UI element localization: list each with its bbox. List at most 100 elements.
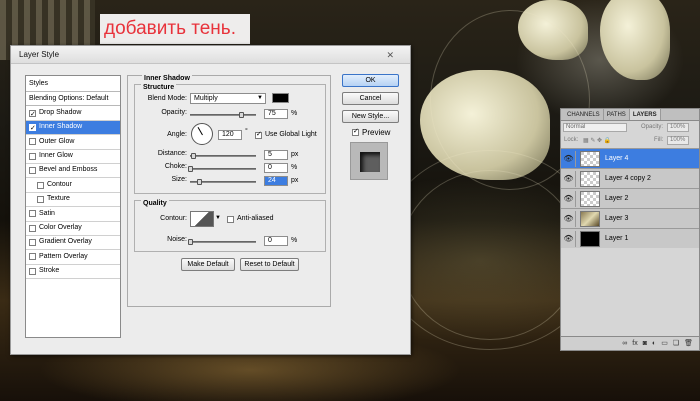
structure-title: Structure: [141, 84, 177, 91]
opacity-slider[interactable]: [190, 112, 256, 118]
size-label: Size:: [171, 176, 187, 183]
preview-checkbox[interactable]: [352, 127, 359, 136]
dialog-titlebar[interactable]: Layer Style ✕: [11, 46, 410, 64]
noise-slider[interactable]: [188, 239, 256, 245]
use-global-light-checkbox[interactable]: [255, 130, 262, 139]
style-item-inner-glow[interactable]: Inner Glow: [26, 150, 120, 164]
styles-header[interactable]: Styles: [26, 76, 120, 92]
lock-label: Lock:: [564, 137, 579, 143]
eye-icon[interactable]: 👁: [562, 191, 576, 207]
size-slider-thumb[interactable]: [197, 179, 202, 185]
choke-field[interactable]: 0: [264, 163, 288, 173]
style-checkbox[interactable]: [29, 122, 36, 136]
anti-aliased-label: Anti-aliased: [237, 215, 274, 222]
layer-row[interactable]: 👁 Layer 3: [561, 208, 699, 228]
style-checkbox[interactable]: [29, 224, 36, 232]
style-item-pattern-overlay[interactable]: Pattern Overlay: [26, 250, 120, 265]
caption-text: добавить тень.: [100, 14, 250, 44]
style-checkbox[interactable]: [29, 152, 36, 160]
style-item-bevel-and-emboss[interactable]: Bevel and Emboss: [26, 164, 120, 179]
opacity-slider-thumb[interactable]: [239, 112, 244, 118]
anti-aliased-checkbox[interactable]: [227, 216, 234, 223]
new-layer-icon[interactable]: ❏: [673, 337, 679, 350]
layer-fill-field[interactable]: 100%: [667, 136, 689, 145]
size-slider[interactable]: [190, 179, 256, 185]
blend-mode-select[interactable]: Multiply ▼: [190, 93, 266, 104]
style-checkbox[interactable]: [29, 167, 36, 175]
style-item-stroke[interactable]: Stroke: [26, 265, 120, 280]
choke-slider-thumb[interactable]: [188, 166, 193, 172]
style-checkbox[interactable]: [29, 138, 36, 146]
style-item-satin[interactable]: Satin: [26, 207, 120, 222]
contour-picker[interactable]: [190, 211, 214, 227]
style-checkbox[interactable]: [37, 195, 44, 203]
fx-icon[interactable]: fx: [632, 337, 637, 350]
layer-row[interactable]: 👁 Layer 1: [561, 228, 699, 248]
layer-name: Layer 2: [605, 195, 629, 202]
use-global-light-label: Use Global Light: [265, 131, 317, 138]
angle-field[interactable]: 120: [218, 130, 242, 140]
style-item-contour[interactable]: Contour: [26, 178, 120, 193]
layer-style-dialog: Layer Style ✕ Styles Blending Options: D…: [10, 45, 411, 355]
blend-mode-label: Blend Mode:: [147, 95, 187, 102]
tab-paths[interactable]: PATHS: [604, 109, 630, 120]
close-icon[interactable]: ✕: [386, 46, 394, 64]
style-item-outer-glow[interactable]: Outer Glow: [26, 135, 120, 150]
tab-layers[interactable]: LAYERS: [629, 109, 661, 120]
new-style-button[interactable]: New Style...: [342, 110, 399, 123]
style-item-label: Color Overlay: [39, 224, 82, 232]
choke-slider[interactable]: [188, 166, 256, 172]
eye-icon[interactable]: 👁: [562, 151, 576, 167]
opacity-field[interactable]: 75: [264, 109, 288, 119]
distance-field[interactable]: 5: [264, 150, 288, 160]
noise-unit: %: [291, 237, 298, 244]
style-checkbox[interactable]: [29, 267, 36, 275]
layers-lock-row: Lock: ▦ ✎ ✥ 🔒 Fill: 100%: [561, 135, 699, 148]
layer-blend-mode-select[interactable]: Normal: [563, 123, 627, 132]
eye-icon[interactable]: 👁: [562, 171, 576, 187]
noise-slider-thumb[interactable]: [188, 239, 193, 245]
trash-icon[interactable]: 🗑: [684, 337, 693, 350]
layers-panel-footer: ∞ fx ◙ ◐ ▭ ❏ 🗑: [561, 336, 699, 350]
style-item-label: Contour: [47, 180, 72, 188]
shadow-color-swatch[interactable]: [272, 93, 289, 103]
layer-row[interactable]: 👁 Layer 2: [561, 188, 699, 208]
size-field[interactable]: 24: [264, 176, 288, 186]
mask-icon[interactable]: ◙: [643, 337, 647, 350]
noise-field[interactable]: 0: [264, 236, 288, 246]
style-checkbox[interactable]: [29, 253, 36, 261]
link-icon[interactable]: ∞: [622, 337, 627, 350]
style-checkbox[interactable]: [29, 239, 36, 247]
eye-icon[interactable]: 👁: [562, 231, 576, 247]
style-checkbox[interactable]: [29, 210, 36, 218]
cancel-button[interactable]: Cancel: [342, 92, 399, 105]
make-default-button[interactable]: Make Default: [181, 258, 235, 271]
style-checkbox[interactable]: [29, 108, 36, 122]
tab-channels[interactable]: CHANNELS: [564, 109, 604, 120]
distance-slider-thumb[interactable]: [191, 153, 196, 159]
layer-opacity-field[interactable]: 100%: [667, 123, 689, 132]
noise-label: Noise:: [167, 236, 187, 243]
style-item-blending-options-default[interactable]: Blending Options: Default: [26, 92, 120, 107]
reset-to-default-button[interactable]: Reset to Default: [240, 258, 299, 271]
layer-row[interactable]: 👁 Layer 4 copy 2: [561, 168, 699, 188]
chevron-down-icon[interactable]: ▼: [215, 215, 221, 221]
adjustment-icon[interactable]: ◐: [652, 337, 656, 350]
style-item-drop-shadow[interactable]: Drop Shadow: [26, 106, 120, 122]
style-item-inner-shadow[interactable]: Inner Shadow: [26, 120, 120, 136]
eye-icon[interactable]: 👁: [562, 211, 576, 227]
layer-opacity-label: Opacity:: [641, 124, 664, 130]
dialog-title: Layer Style: [19, 50, 60, 59]
angle-dial[interactable]: [191, 123, 213, 145]
style-item-texture[interactable]: Texture: [26, 193, 120, 208]
style-item-color-overlay[interactable]: Color Overlay: [26, 222, 120, 236]
layer-row[interactable]: 👁 Layer 4: [561, 148, 699, 168]
fill-label: Fill:: [654, 137, 664, 143]
style-checkbox[interactable]: [37, 181, 44, 189]
size-unit: px: [291, 177, 299, 184]
lock-icons[interactable]: ▦ ✎ ✥ 🔒: [583, 137, 611, 144]
ok-button[interactable]: OK: [342, 74, 399, 87]
style-item-gradient-overlay[interactable]: Gradient Overlay: [26, 236, 120, 251]
folder-icon[interactable]: ▭: [661, 337, 668, 350]
distance-slider[interactable]: [190, 153, 256, 159]
